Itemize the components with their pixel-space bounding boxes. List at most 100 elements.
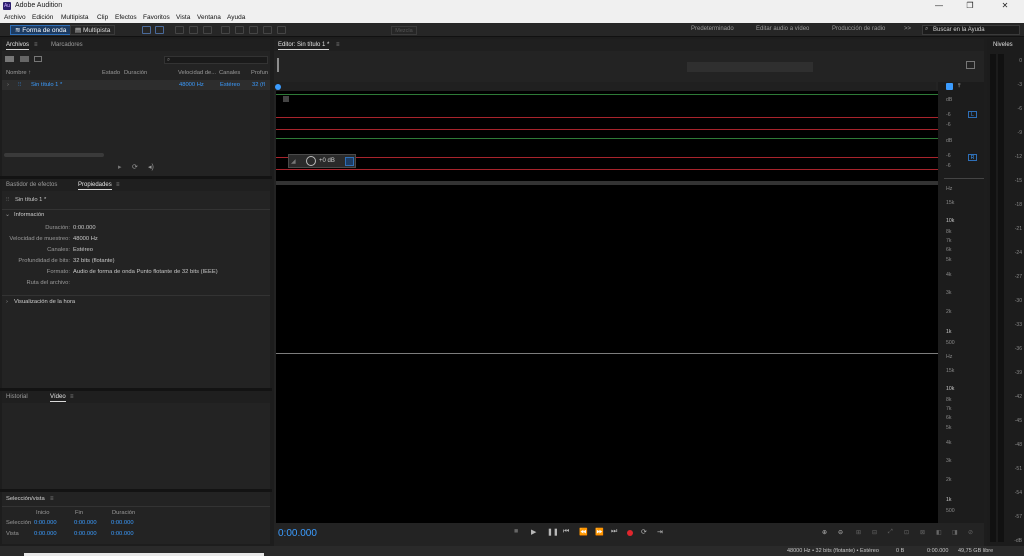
show-waveform-icon[interactable]: [142, 26, 151, 34]
move-tool-icon[interactable]: [175, 26, 184, 34]
tab-archivos[interactable]: Archivos: [6, 42, 30, 50]
healing-tool-icon[interactable]: [277, 26, 286, 34]
tab-marcadores[interactable]: Marcadores: [51, 42, 83, 48]
workspace-default[interactable]: Predeterminado: [691, 26, 734, 32]
menu-multipista[interactable]: Multipista: [61, 14, 88, 21]
stop-icon[interactable]: ■: [514, 528, 518, 535]
section-info[interactable]: Información: [14, 212, 44, 218]
overview-playhead[interactable]: [277, 58, 279, 72]
loop-icon[interactable]: ⟳: [132, 163, 138, 171]
time-select-tool-icon[interactable]: [221, 26, 230, 34]
menu-efectos[interactable]: Efectos: [115, 14, 137, 21]
workspace-edit-audio-to-video[interactable]: Editar audio a vídeo: [756, 26, 809, 32]
timecode-display[interactable]: 0:00.000: [278, 528, 317, 539]
tab-history[interactable]: Historial: [6, 394, 28, 400]
menu-clip[interactable]: Clip: [97, 14, 108, 21]
close-button[interactable]: ✕: [998, 1, 1012, 11]
table-row[interactable]: › ⫶⫶ Sin título 1 * 48000 Hz Estéreo 32 …: [2, 80, 270, 90]
menu-ayuda[interactable]: Ayuda: [227, 14, 245, 21]
panel-menu-icon[interactable]: ≡: [50, 496, 54, 502]
col-nombre[interactable]: Nombre ↑: [6, 70, 31, 76]
zoom-selection-icon[interactable]: ⊠: [920, 529, 925, 536]
workspace-radio-production[interactable]: Producción de radio: [832, 26, 885, 32]
help-search-input[interactable]: Buscar en la Ayuda: [922, 25, 1020, 35]
panel-menu-icon[interactable]: ≡: [70, 394, 74, 400]
record-button[interactable]: [627, 530, 633, 536]
view-end[interactable]: 0:00.000: [74, 531, 97, 537]
panel-menu-icon[interactable]: ≡: [336, 42, 340, 48]
clip-options-icon[interactable]: [283, 96, 289, 102]
loop-icon[interactable]: ⟳: [641, 528, 647, 536]
col-profundidad[interactable]: Profun: [251, 70, 268, 76]
zoom-left-icon[interactable]: ◧: [936, 529, 942, 536]
blend-button[interactable]: Mezcla: [391, 26, 417, 35]
playhead-marker-icon[interactable]: [275, 84, 281, 90]
skip-icon[interactable]: ⇥: [657, 528, 663, 536]
headphones-icon[interactable]: [946, 83, 953, 90]
zoom-reset-icon[interactable]: ⊘: [968, 529, 973, 536]
menu-favoritos[interactable]: Favoritos: [143, 14, 170, 21]
go-to-start-icon[interactable]: ⏮: [563, 528, 569, 536]
gain-knob-icon[interactable]: [306, 156, 316, 166]
menu-archivo[interactable]: Archivo: [4, 14, 26, 21]
multitrack-mode-button[interactable]: ▤ Multipista: [70, 25, 116, 35]
minimize-button[interactable]: —: [932, 1, 946, 11]
menu-edicion[interactable]: Edición: [32, 14, 53, 21]
col-canales[interactable]: Canales: [219, 70, 240, 76]
zoom-out-full-icon[interactable]: ⤢: [888, 529, 893, 536]
pause-icon[interactable]: ❚❚: [547, 528, 559, 536]
zoom-in-point-icon[interactable]: ⊡: [904, 529, 909, 536]
marquee-tool-icon[interactable]: [235, 26, 244, 34]
right-channel-toggle[interactable]: R: [968, 154, 977, 161]
maximize-button[interactable]: ❐: [963, 1, 977, 11]
pin-icon[interactable]: ⫯: [958, 83, 961, 90]
col-duracion[interactable]: Duración: [124, 70, 147, 76]
more-workspaces-button[interactable]: >>: [904, 26, 911, 32]
overview-grid-icon[interactable]: [966, 61, 975, 69]
fast-forward-icon[interactable]: ⏩: [595, 528, 604, 536]
hud-pin-icon[interactable]: [345, 157, 354, 166]
show-spectral-icon[interactable]: [155, 26, 164, 34]
selection-end[interactable]: 0:00.000: [74, 520, 97, 526]
import-file-icon[interactable]: [20, 56, 29, 62]
panel-menu-icon[interactable]: ≡: [116, 182, 120, 188]
gain-hud[interactable]: ◢ +0 dB: [288, 154, 356, 168]
waveform-mode-button[interactable]: ≋ Forma de onda: [10, 25, 72, 35]
horizontal-scrollbar[interactable]: [4, 153, 104, 157]
view-duration[interactable]: 0:00.000: [111, 531, 134, 537]
collapse-chevron-icon[interactable]: ⌄: [5, 212, 10, 218]
autoplay-icon[interactable]: ◂): [148, 163, 154, 171]
selection-duration[interactable]: 0:00.000: [111, 520, 134, 526]
expand-chevron-icon[interactable]: ›: [6, 299, 8, 305]
section-time-display[interactable]: Visualización de la hora: [14, 299, 75, 305]
view-start[interactable]: 0:00.000: [34, 531, 57, 537]
new-file-icon[interactable]: [34, 56, 42, 62]
waveform-display[interactable]: ◢ +0 dB: [276, 91, 938, 181]
play-icon[interactable]: ▶: [531, 528, 536, 536]
menu-ventana[interactable]: Ventana: [197, 14, 221, 21]
rewind-icon[interactable]: ⏪: [579, 528, 588, 536]
tab-editor[interactable]: Editor: Sin título 1 *: [278, 42, 330, 50]
zoom-in-time-icon[interactable]: ⊞: [856, 529, 861, 536]
lasso-tool-icon[interactable]: [249, 26, 258, 34]
tab-properties[interactable]: Propiedades: [78, 182, 112, 190]
menu-vista[interactable]: Vista: [176, 14, 190, 21]
play-icon[interactable]: ▸: [118, 163, 122, 171]
spectral-display[interactable]: [276, 185, 938, 523]
zoom-in-amplitude-icon[interactable]: ⊕: [822, 529, 827, 536]
hud-handle-icon[interactable]: ◢: [291, 158, 296, 165]
zoom-navigator[interactable]: [687, 62, 813, 72]
open-file-icon[interactable]: [5, 56, 14, 62]
files-search-input[interactable]: ⌕: [164, 56, 268, 64]
razor-tool-icon[interactable]: [189, 26, 198, 34]
zoom-right-icon[interactable]: ◨: [952, 529, 958, 536]
zoom-out-amplitude-icon[interactable]: ⊖: [838, 529, 843, 536]
col-estado[interactable]: Estado: [102, 70, 120, 76]
tab-effects-rack[interactable]: Bastidor de efectos: [6, 182, 57, 188]
panel-menu-icon[interactable]: ≡: [34, 42, 38, 48]
zoom-out-time-icon[interactable]: ⊟: [872, 529, 877, 536]
col-velocidad[interactable]: Velocidad de...: [178, 70, 216, 76]
tab-video[interactable]: Vídeo: [50, 394, 66, 402]
slip-tool-icon[interactable]: [203, 26, 212, 34]
left-channel-toggle[interactable]: L: [968, 111, 977, 118]
